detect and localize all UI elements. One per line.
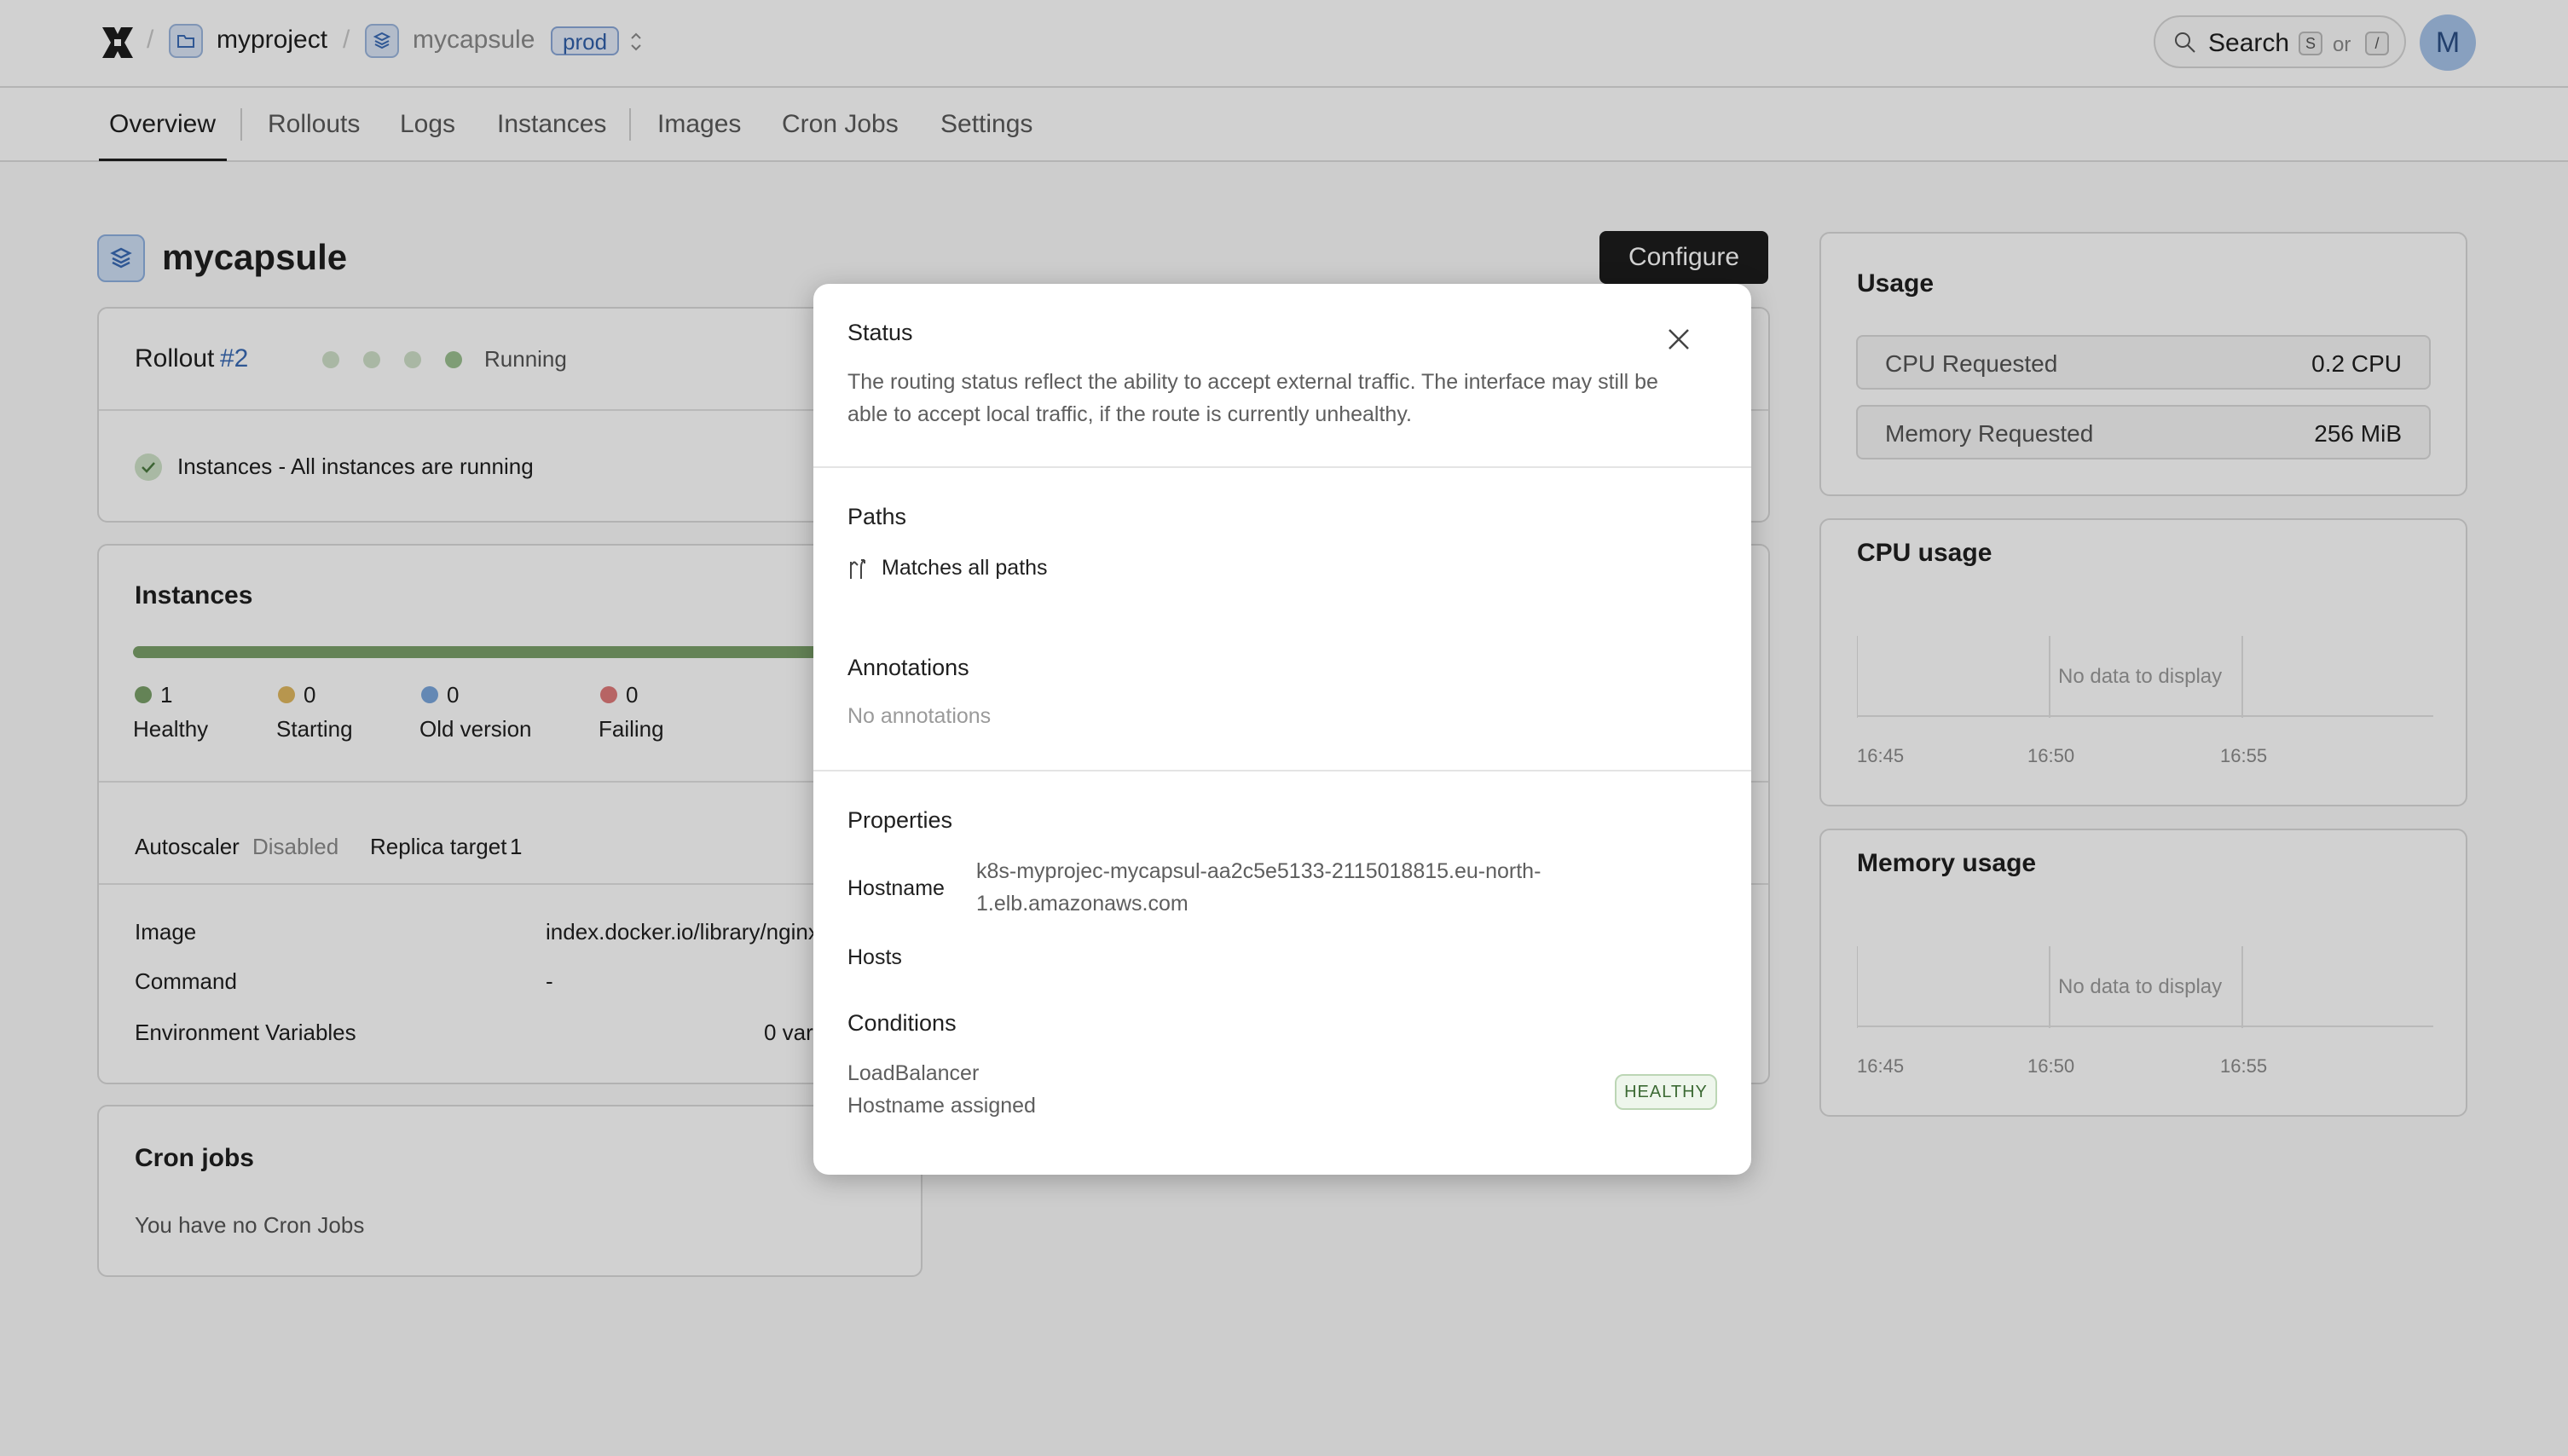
properties-title: Properties [847,807,953,833]
route-status-modal: Status The routing status reflect the ab… [813,284,1751,1175]
hostname-value-line: 1.elb.amazonaws.com [976,892,1189,916]
hostname-label: Hostname [847,876,945,900]
status-description-line: The routing status reflect the ability t… [847,370,1658,394]
status-title: Status [847,320,913,345]
paths-title: Paths [847,504,907,529]
hostname-value-line: k8s-myprojec-mycapsul-aa2c5e5133-2115018… [976,859,1541,883]
divider [813,466,1751,468]
conditions-title: Conditions [847,1010,957,1036]
condition-status-badge: HEALTHY [1615,1074,1717,1110]
condition-type: LoadBalancer [847,1061,980,1085]
hosts-label: Hosts [847,945,902,969]
divider [813,770,1751,771]
condition-reason: Hostname assigned [847,1094,1036,1118]
paths-value: Matches all paths [882,556,1048,580]
close-icon[interactable] [1666,326,1692,352]
annotations-title: Annotations [847,655,969,680]
route-icon [850,559,865,579]
status-description-line: able to accept local traffic, if the rou… [847,402,1412,426]
annotations-value: No annotations [847,704,992,728]
